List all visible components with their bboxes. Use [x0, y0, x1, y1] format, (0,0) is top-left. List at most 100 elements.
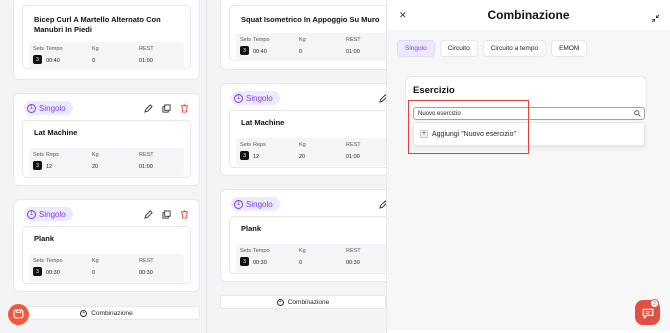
stat-header: Sets: [33, 152, 45, 158]
stat-header: Sets: [33, 258, 45, 264]
stat-value: 0: [92, 58, 96, 64]
exercise-group-card: Squat Isometrico In Appoggio Su Muro Set…: [220, 0, 407, 70]
panel-body: Singolo Circuito Circuito a tempo EMOM E…: [387, 30, 670, 330]
sets-value: 3: [240, 151, 249, 160]
help-button[interactable]: [8, 304, 29, 325]
tab-emom[interactable]: EMOM: [551, 40, 588, 57]
exercise-title: Plank: [241, 224, 262, 233]
group-type-badge: 1 Singolo: [24, 101, 73, 115]
exercise-card[interactable]: Plank Sets Tempo Kg REST 3 00:30 0 00:30: [22, 226, 191, 284]
exercise-title: Lat Machine: [241, 118, 285, 127]
type-tabs: Singolo Circuito Circuito a tempo EMOM: [397, 40, 588, 57]
stat-header: Tempo: [253, 248, 270, 254]
exercise-group-card: 1 Singolo Lat Machine Sets Reps Kg REST 3…: [13, 93, 200, 186]
exercise-group-card: Bicep Curl A Martello Alternato Con Manu…: [13, 0, 200, 80]
group-type-label: Singolo: [39, 209, 66, 219]
exercise-title: Squat Isometrico In Appoggio Su Muro: [241, 15, 380, 24]
stat-header: Reps: [253, 142, 266, 148]
stat-header: Kg: [92, 46, 99, 52]
stat-header: Sets: [240, 248, 252, 254]
stat-value: 00:40: [46, 58, 60, 64]
exercise-stats: Sets Tempo Kg REST 3 00:40 0 01:00: [29, 42, 184, 70]
stat-header: Kg: [92, 258, 99, 264]
stat-header: Kg: [299, 37, 306, 43]
stat-value: 00:30: [139, 270, 153, 276]
exercise-card[interactable]: Bicep Curl A Martello Alternato Con Manu…: [22, 5, 191, 70]
stat-header: REST: [139, 152, 154, 158]
stat-value: 01:00: [139, 58, 153, 64]
group-header: 1 Singolo: [231, 90, 406, 106]
stat-value: 00:30: [46, 270, 60, 276]
exercise-title: Plank: [34, 234, 55, 243]
exercise-stats: Sets Reps Kg REST 3 12 20 01:00: [236, 138, 391, 166]
stat-value: 01:00: [139, 164, 153, 170]
exercise-group-card: 1 Singolo Plank Sets Tempo Kg REST 3 00:3…: [220, 189, 407, 282]
chat-badge: 2: [650, 299, 659, 308]
duplicate-icon[interactable]: [161, 103, 171, 113]
stat-header: Sets: [33, 46, 45, 52]
group-header: 1 Singolo: [231, 196, 406, 212]
group-type-badge: 1 Singolo: [24, 207, 73, 221]
group-type-badge: 1 Singolo: [231, 197, 280, 211]
add-combination-button[interactable]: + Combinazione: [220, 295, 386, 309]
collapse-icon[interactable]: [651, 10, 660, 23]
exercise-card[interactable]: Squat Isometrico In Appoggio Su Muro Set…: [229, 5, 398, 61]
stat-header: REST: [139, 46, 154, 52]
exercise-stats: Sets Tempo Kg REST 3 00:30 0 00:30: [29, 254, 184, 282]
add-icon: +: [80, 309, 88, 317]
duplicate-icon[interactable]: [161, 209, 171, 219]
add-combination-button[interactable]: + Combinazione: [13, 306, 200, 320]
stat-header: Sets: [240, 142, 252, 148]
edit-icon[interactable]: [143, 103, 153, 113]
tab-circuito[interactable]: Circuito: [439, 40, 478, 57]
exercise-title: Bicep Curl A Martello Alternato Con Manu…: [34, 15, 161, 34]
stat-header: Tempo: [46, 258, 63, 264]
stat-value: 01:00: [346, 154, 360, 160]
add-icon: +: [276, 298, 284, 306]
stat-header: REST: [346, 37, 361, 43]
group-header: 1 Singolo: [24, 206, 189, 222]
group-type-label: Singolo: [39, 103, 66, 113]
tab-circuito-a-tempo[interactable]: Circuito a tempo: [482, 40, 547, 57]
column-divider: [206, 0, 207, 333]
info-icon: 1: [234, 93, 243, 103]
add-combination-label: Combinazione: [287, 298, 330, 306]
exercise-card[interactable]: Plank Sets Tempo Kg REST 3 00:30 0 00:30: [229, 216, 398, 274]
exercise-stats: Sets Reps Kg REST 3 12 20 01:00: [29, 148, 184, 176]
stat-header: Kg: [299, 142, 306, 148]
sets-value: 3: [240, 46, 249, 55]
edit-icon[interactable]: [143, 209, 153, 219]
delete-icon[interactable]: [179, 209, 189, 219]
group-actions: [143, 209, 189, 219]
section-title: Esercizio: [413, 85, 455, 96]
stat-value: 12: [253, 154, 260, 160]
highlight-box: [408, 100, 529, 154]
stat-header: Tempo: [46, 46, 63, 52]
group-type-badge: 1 Singolo: [231, 91, 280, 105]
sets-value: 3: [33, 161, 42, 170]
group-type-label: Singolo: [246, 199, 273, 209]
exercise-title: Lat Machine: [34, 128, 78, 137]
stat-value: 0: [299, 260, 303, 266]
stat-header: REST: [139, 258, 154, 264]
stat-value: 0: [92, 270, 96, 276]
stat-value: 00:40: [253, 49, 267, 55]
stat-header: Kg: [299, 248, 306, 254]
group-type-label: Singolo: [246, 93, 273, 103]
add-combination-label: Combinazione: [91, 309, 133, 317]
exercise-card[interactable]: Lat Machine Sets Reps Kg REST 3 12 20 01…: [229, 110, 398, 168]
delete-icon[interactable]: [179, 103, 189, 113]
stat-value: 12: [46, 164, 53, 170]
exercise-group-card: 1 Singolo Plank Sets Tempo Kg REST 3 00:3…: [13, 199, 200, 292]
exercise-card[interactable]: Lat Machine Sets Reps Kg REST 3 12 20 01…: [22, 120, 191, 178]
search-icon: [634, 110, 641, 117]
stat-header: REST: [346, 248, 361, 254]
chat-icon: [642, 308, 653, 319]
message-icon: [13, 309, 24, 319]
exercise-stats: Sets Tempo Kg REST 3 00:30 0 00:30: [236, 244, 391, 272]
stat-value: 00:30: [253, 260, 267, 266]
stat-value: 00:30: [346, 260, 360, 266]
tab-singolo[interactable]: Singolo: [397, 40, 435, 57]
info-icon: 1: [27, 209, 36, 219]
stat-value: 20: [299, 154, 306, 160]
